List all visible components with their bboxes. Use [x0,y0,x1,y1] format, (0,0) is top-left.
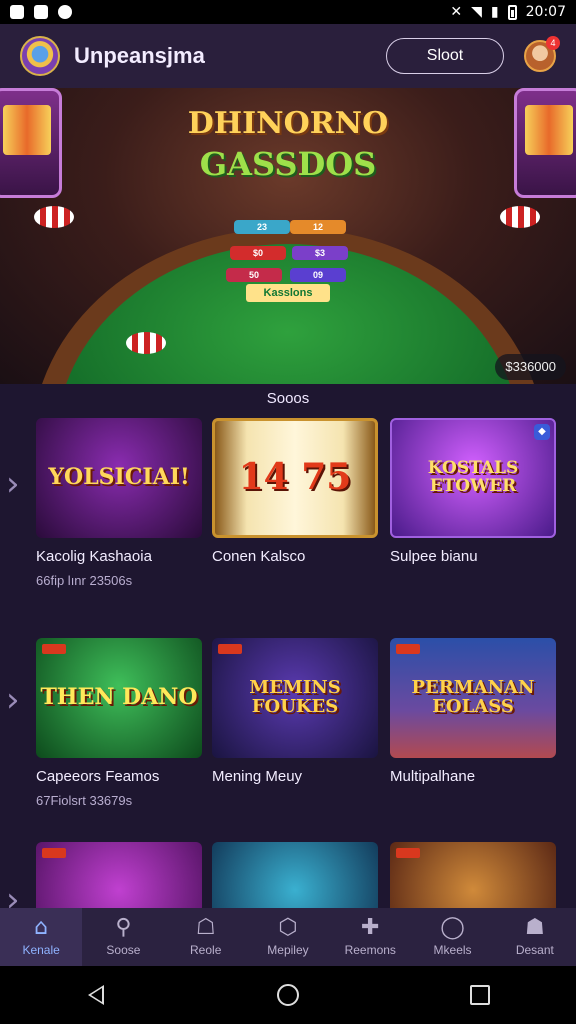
game-art-text: YOLSICIAI! [48,464,190,491]
game-thumbnail: PERMANAN EOLASS [390,638,556,758]
chip-stack [500,206,540,228]
status-bar: ✕ ◥ ▮ 20:07 [0,0,576,24]
game-card[interactable]: YOLSICIAI! Kacolig Kashaoia 66fip lınr 2… [36,418,202,588]
game-art-text: MEMINS FOUKES [249,677,341,717]
bell-icon: ☖ [195,915,216,940]
chevron-right-icon[interactable]: › [6,680,20,720]
game-meta: 67Fiolsrt 33679s [36,793,133,808]
chat-icon: ◯ [440,915,465,940]
game-art-text: THEN DANO [40,684,198,711]
nav-item-bell[interactable]: ☖ Reole [165,908,247,966]
bet-box: 09 [290,268,346,282]
bet-box: 23 [234,220,290,234]
game-art-text: PERMANAN EOLASS [411,677,535,717]
hero-title-line1: DHINORNO [187,106,389,141]
new-tag [42,848,66,858]
game-card[interactable]: PERMANAN EOLASS Multipalhane [390,638,556,793]
nav-item-home[interactable]: ⌂ Kenale [0,908,83,966]
game-name: Sulpee bianu [390,548,478,565]
home-icon: ⌂ [34,915,49,940]
wifi-icon: ◥ [471,4,482,20]
new-tag [396,644,420,654]
nav-label: Soose [106,943,141,957]
felt-sign: Kasslons [246,284,330,302]
back-icon [88,985,104,1005]
game-thumbnail: KOSTALS ETOWER ◆ [390,418,556,538]
recents-icon [470,985,490,1005]
app-header: Unpeansjma Sloot 4 [0,24,576,88]
profile-icon: ☗ [524,915,545,940]
game-thumbnail: YOLSICIAI! [36,418,202,538]
bet-box: $0 [230,246,286,260]
nav-label: Mepiley [267,943,309,957]
mute-icon: ✕ [450,4,463,20]
home-button[interactable] [268,975,308,1015]
hero-title: DHINORNO GASSDOS [150,106,426,183]
notification-badge: 4 [546,36,560,50]
nav-item-search[interactable]: ⚲ Soose [82,908,164,966]
nav-item-chat[interactable]: ◯ Mkeels [411,908,493,966]
chip-stack [34,206,74,228]
system-nav-bar [0,966,576,1024]
game-thumbnail: MEMINS FOUKES [212,638,378,758]
cube-icon: ⬡ [278,915,298,940]
game-card[interactable]: KOSTALS ETOWER ◆ Sulpee bianu [390,418,556,573]
game-card[interactable]: MEMINS FOUKES Mening Meuy [212,638,378,793]
bottom-nav: ⌂ Kenale ⚲ Soose ☖ Reole ⬡ Mepiley ✚ Ree… [0,908,576,966]
new-tag [42,644,66,654]
poker-table-felt [56,244,520,384]
game-card[interactable]: THEN DANO Capeeors Feamos 67Fiolsrt 3367… [36,638,202,808]
home-circle-icon [277,984,299,1006]
clock: 20:07 [525,4,566,20]
new-tag [218,644,242,654]
hero-banner[interactable]: DHINORNO GASSDOS Kasslons 23 12 $0 $3 50… [0,88,576,384]
search-icon: ⚲ [115,915,132,940]
slot-machine-image [0,88,62,198]
app-title: Unpeansjma [74,43,205,68]
game-name: Capeeors Feamos [36,768,160,785]
nav-label: Desant [515,943,554,957]
app-logo[interactable] [20,36,60,76]
game-thumbnail: 14 75 [212,418,378,538]
game-art-text: KOSTALS ETOWER [427,458,519,496]
game-name: Multipalhane [390,768,476,785]
game-meta: 66fip lınr 23506s [36,573,133,588]
game-name: Kacolig Kashaoia [36,548,152,565]
info-icon[interactable]: ◆ [534,424,550,440]
new-tag [396,848,420,858]
game-name: Conen Kalsco [212,548,306,565]
puzzle-icon: ✚ [361,915,380,940]
chevron-right-icon[interactable]: › [6,464,20,504]
section-title: Sooos [266,390,310,407]
bet-box: 12 [290,220,346,234]
game-thumbnail: THEN DANO [36,638,202,758]
nav-item-puzzle[interactable]: ✚ Reemons [329,908,411,966]
slot-machine-image [514,88,576,198]
game-name: Mening Meuy [212,768,303,785]
avatar[interactable]: 4 [524,36,560,72]
nav-label: Kenale [22,943,60,957]
nav-label: Mkeels [433,943,472,957]
back-button[interactable] [76,975,116,1015]
game-card[interactable]: 14 75 Conen Kalsco [212,418,378,573]
signal-icon: ▮ [490,4,499,20]
battery-icon [507,4,517,20]
start-button[interactable]: Sloot [386,38,504,74]
recents-button[interactable] [460,975,500,1015]
media-icon [58,5,72,19]
hero-title-line2: GASSDOS [199,145,377,183]
game-art-text: 14 75 [238,456,352,499]
chip-stack [126,332,166,354]
bet-box: $3 [292,246,348,260]
notification-icon [10,5,24,19]
bet-box: 50 [226,268,282,282]
nav-label: Reole [190,943,222,957]
nav-label: Reemons [344,943,396,957]
jackpot-badge: $336000 [495,354,566,380]
nav-item-cube[interactable]: ⬡ Mepiley [247,908,329,966]
app-notification-icon [34,5,48,19]
nav-item-profile[interactable]: ☗ Desant [494,908,576,966]
